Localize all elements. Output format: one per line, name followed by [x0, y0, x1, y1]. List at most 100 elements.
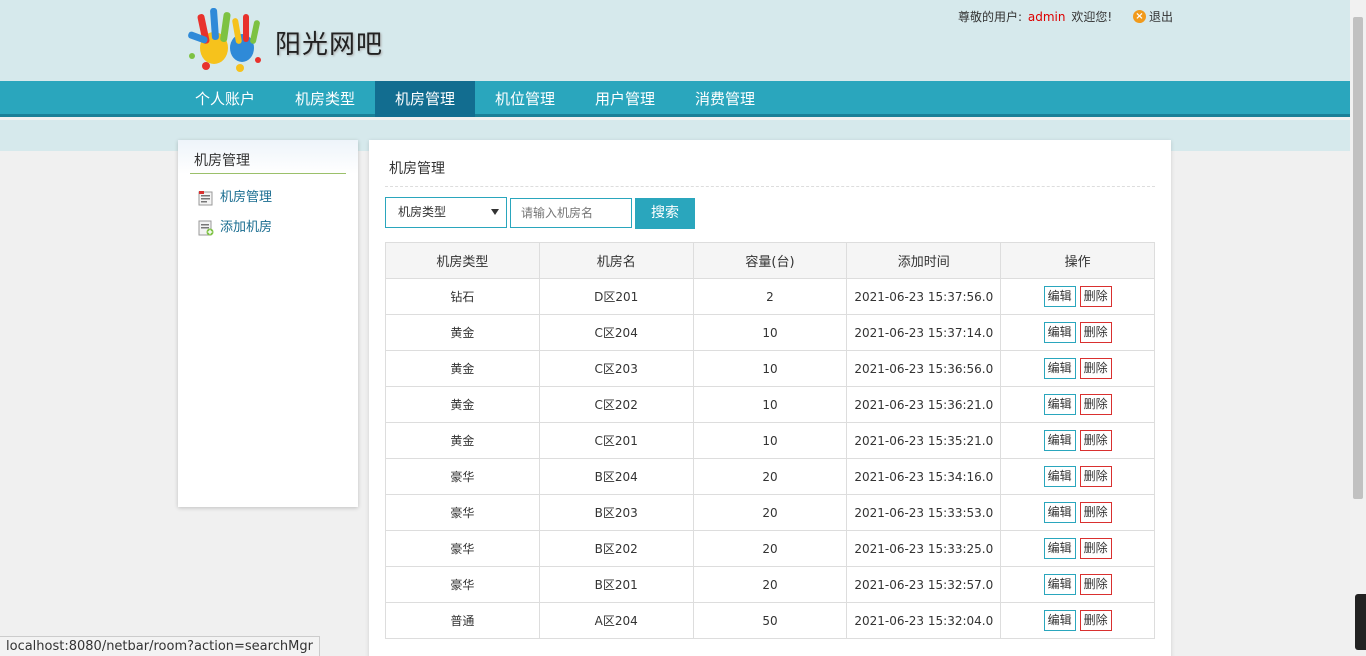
cell-capacity: 10: [692, 422, 848, 459]
cell-type: 豪华: [385, 494, 540, 531]
logout-link[interactable]: × 退出: [1133, 8, 1173, 25]
cell-name: C区204: [538, 314, 694, 351]
cell-time: 2021-06-23 15:35:21.0: [846, 422, 1002, 459]
edit-button[interactable]: 编辑: [1043, 502, 1076, 523]
page-scrollbar[interactable]: [1350, 0, 1366, 656]
edit-button[interactable]: 编辑: [1043, 322, 1076, 343]
cell-capacity: 20: [692, 458, 848, 495]
cell-name: D区201: [538, 278, 694, 315]
chevron-down-icon: [491, 209, 499, 215]
list-icon: [198, 191, 213, 206]
edit-button[interactable]: 编辑: [1043, 286, 1076, 307]
cell-time: 2021-06-23 15:37:14.0: [846, 314, 1002, 351]
cell-actions: 编辑 删除: [1000, 566, 1155, 603]
delete-button[interactable]: 删除: [1079, 502, 1112, 523]
sidebar-divider: [190, 173, 346, 174]
cell-type: 黄金: [385, 314, 540, 351]
nav-item-seat-management[interactable]: 机位管理: [475, 81, 575, 117]
search-button[interactable]: 搜索: [635, 198, 695, 229]
delete-button[interactable]: 删除: [1079, 394, 1112, 415]
delete-button[interactable]: 删除: [1079, 322, 1112, 343]
cell-name: C区202: [538, 386, 694, 423]
cell-type: 豪华: [385, 530, 540, 567]
nav-item-user-management[interactable]: 用户管理: [575, 81, 675, 117]
table-row: 豪华 B区204 20 2021-06-23 15:34:16.0 编辑 删除: [385, 458, 1155, 495]
cell-type: 普通: [385, 602, 540, 639]
room-type-select[interactable]: 机房类型: [385, 197, 507, 228]
scrollbar-thumb[interactable]: [1353, 17, 1363, 499]
table-row: 黄金 C区203 10 2021-06-23 15:36:56.0 编辑 删除: [385, 350, 1155, 387]
table-row: 黄金 C区202 10 2021-06-23 15:36:21.0 编辑 删除: [385, 386, 1155, 423]
cell-name: B区201: [538, 566, 694, 603]
room-name-input[interactable]: [510, 198, 632, 228]
cell-actions: 编辑 删除: [1000, 350, 1155, 387]
edit-button[interactable]: 编辑: [1043, 466, 1076, 487]
cell-type: 钻石: [385, 278, 540, 315]
cell-time: 2021-06-23 15:32:04.0: [846, 602, 1002, 639]
table-row: 普通 A区204 50 2021-06-23 15:32:04.0 编辑 删除: [385, 602, 1155, 639]
add-doc-icon: [198, 220, 214, 236]
rooms-table: 机房类型 机房名 容量(台) 添加时间 操作 钻石 D区201 2 2021-06-2…: [385, 242, 1155, 639]
nav-item-account[interactable]: 个人账户: [175, 81, 275, 117]
user-greeting: 尊敬的用户: admin 欢迎您!: [958, 8, 1112, 25]
sidebar: 机房管理 机房管理 添加机房: [178, 140, 358, 507]
sidebar-link-label: 机房管理: [220, 190, 273, 205]
cell-capacity: 50: [692, 602, 848, 639]
delete-button[interactable]: 删除: [1079, 574, 1112, 595]
nav-item-room-types[interactable]: 机房类型: [275, 81, 375, 117]
edit-button[interactable]: 编辑: [1043, 610, 1076, 631]
column-header-name: 机房名: [538, 242, 694, 279]
cell-capacity: 20: [692, 566, 848, 603]
status-bar-url: localhost:8080/netbar/room?action=search…: [0, 636, 320, 656]
nav-item-consumption[interactable]: 消费管理: [675, 81, 775, 117]
cell-type: 黄金: [385, 386, 540, 423]
delete-button[interactable]: 删除: [1079, 610, 1112, 631]
site-title: 阳光网吧: [275, 30, 384, 60]
delete-button[interactable]: 删除: [1079, 466, 1112, 487]
delete-button[interactable]: 删除: [1079, 286, 1112, 307]
cell-time: 2021-06-23 15:34:16.0: [846, 458, 1002, 495]
username: admin: [1027, 10, 1066, 24]
cell-name: C区201: [538, 422, 694, 459]
cell-actions: 编辑 删除: [1000, 422, 1155, 459]
cell-actions: 编辑 删除: [1000, 314, 1155, 351]
cell-capacity: 10: [692, 386, 848, 423]
column-header-time: 添加时间: [846, 242, 1002, 279]
delete-button[interactable]: 删除: [1079, 430, 1112, 451]
sidebar-title: 机房管理: [194, 153, 250, 169]
delete-button[interactable]: 删除: [1079, 538, 1112, 559]
cell-capacity: 20: [692, 494, 848, 531]
table-row: 豪华 B区202 20 2021-06-23 15:33:25.0 编辑 删除: [385, 530, 1155, 567]
cell-time: 2021-06-23 15:33:53.0: [846, 494, 1002, 531]
cell-name: C区203: [538, 350, 694, 387]
logout-label: 退出: [1149, 10, 1174, 24]
sidebar-link-add-room[interactable]: 添加机房: [198, 218, 272, 238]
edit-button[interactable]: 编辑: [1043, 574, 1076, 595]
side-tool-tab[interactable]: [1355, 594, 1366, 650]
edit-button[interactable]: 编辑: [1043, 358, 1076, 379]
header: 阳光网吧 尊敬的用户: admin 欢迎您! × 退出: [0, 0, 1350, 81]
cell-type: 豪华: [385, 458, 540, 495]
table-row: 黄金 C区201 10 2021-06-23 15:35:21.0 编辑 删除: [385, 422, 1155, 459]
delete-button[interactable]: 删除: [1079, 358, 1112, 379]
hand-logo-icon: [188, 7, 261, 72]
cell-name: B区204: [538, 458, 694, 495]
table-row: 钻石 D区201 2 2021-06-23 15:37:56.0 编辑 删除: [385, 278, 1155, 315]
cell-name: B区203: [538, 494, 694, 531]
sidebar-link-room-management[interactable]: 机房管理: [198, 188, 272, 208]
edit-button[interactable]: 编辑: [1043, 430, 1076, 451]
cell-actions: 编辑 删除: [1000, 494, 1155, 531]
edit-button[interactable]: 编辑: [1043, 394, 1076, 415]
cell-capacity: 20: [692, 530, 848, 567]
cell-time: 2021-06-23 15:37:56.0: [846, 278, 1002, 315]
cell-name: B区202: [538, 530, 694, 567]
cell-actions: 编辑 删除: [1000, 530, 1155, 567]
nav-item-room-management[interactable]: 机房管理: [375, 81, 475, 117]
cell-type: 豪华: [385, 566, 540, 603]
greeting-suffix: 欢迎您!: [1071, 10, 1113, 24]
edit-button[interactable]: 编辑: [1043, 538, 1076, 559]
column-header-type: 机房类型: [385, 242, 540, 279]
greeting-prefix: 尊敬的用户:: [958, 10, 1023, 24]
cell-capacity: 10: [692, 350, 848, 387]
cell-actions: 编辑 删除: [1000, 602, 1155, 639]
